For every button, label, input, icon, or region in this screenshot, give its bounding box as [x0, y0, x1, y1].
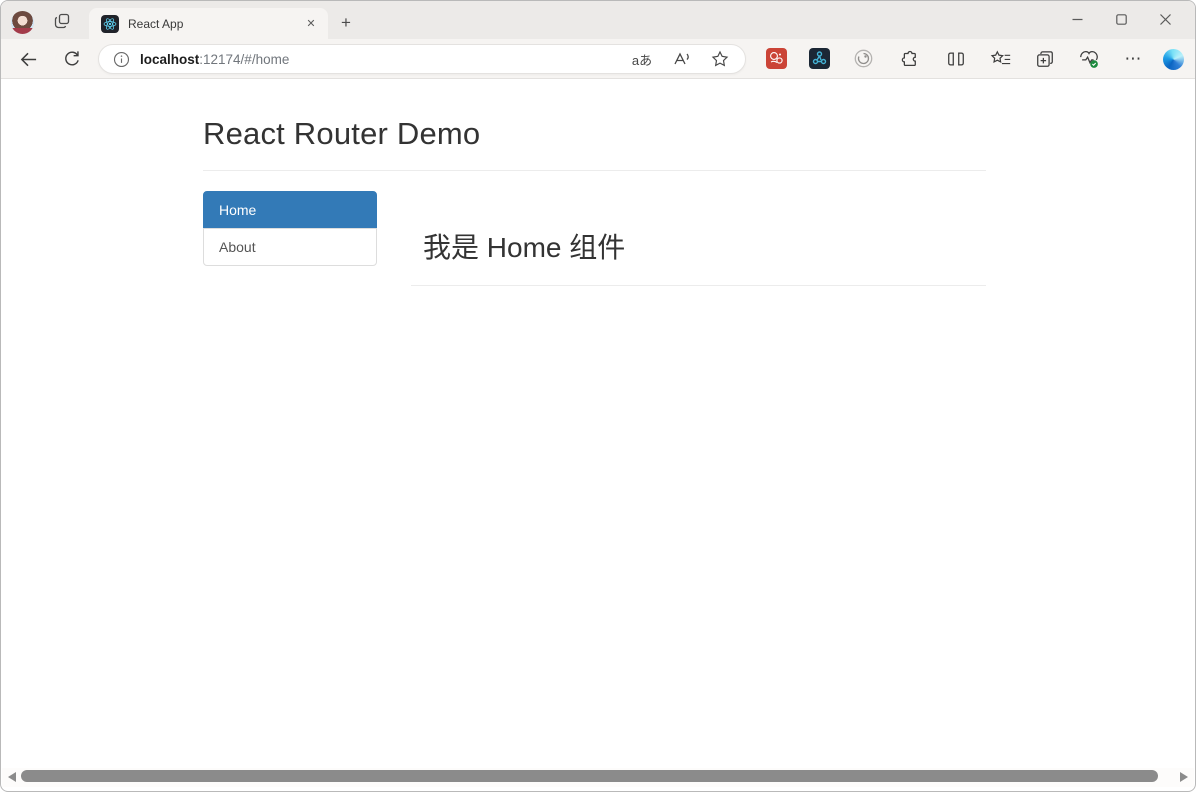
- back-icon[interactable]: [16, 47, 40, 71]
- settings-more-icon[interactable]: ⋯: [1121, 47, 1145, 71]
- url-text: localhost:12174/#/home: [140, 52, 627, 67]
- scroll-right-arrow-icon[interactable]: [1180, 772, 1188, 782]
- favorite-star-icon[interactable]: [705, 47, 735, 71]
- translate-icon[interactable]: aあ: [627, 47, 657, 71]
- component-text: 我是 Home 组件: [423, 226, 625, 266]
- horizontal-rule-content: [411, 285, 986, 286]
- page-content: React Router Demo Home About 我是 Home 组件: [2, 80, 1194, 767]
- extension-gray-icon[interactable]: [853, 48, 874, 69]
- new-tab-button[interactable]: +: [335, 12, 357, 34]
- close-window-button[interactable]: [1143, 5, 1187, 33]
- tab-actions-icon[interactable]: [53, 12, 71, 30]
- scroll-left-arrow-icon[interactable]: [8, 772, 16, 782]
- browser-toolbar: localhost:12174/#/home aあ: [1, 39, 1195, 79]
- router-nav-list: Home About: [203, 191, 377, 266]
- address-bar[interactable]: localhost:12174/#/home aあ: [98, 44, 746, 74]
- react-favicon-icon: [101, 15, 119, 33]
- browser-tab[interactable]: React App ✕: [89, 8, 328, 39]
- site-info-icon[interactable]: [113, 51, 130, 68]
- refresh-icon[interactable]: [60, 47, 84, 71]
- browser-essentials-icon[interactable]: [1077, 47, 1101, 71]
- url-path: :12174/#/home: [199, 52, 289, 67]
- window-controls: [1055, 5, 1187, 33]
- tab-strip: React App ✕ +: [1, 1, 1195, 39]
- address-bar-tools: aあ: [627, 47, 735, 71]
- horizontal-scrollbar[interactable]: [2, 768, 1194, 787]
- maximize-button[interactable]: [1099, 5, 1143, 33]
- browser-window: React App ✕ +: [0, 0, 1196, 792]
- scrollbar-thumb[interactable]: [21, 770, 1158, 782]
- split-screen-icon[interactable]: [944, 47, 968, 71]
- extensions-puzzle-icon[interactable]: [896, 47, 920, 71]
- profile-avatar[interactable]: [11, 11, 34, 34]
- minimize-button[interactable]: [1055, 5, 1099, 33]
- favorites-list-icon[interactable]: [989, 47, 1013, 71]
- nav-link-about[interactable]: About: [203, 228, 377, 266]
- url-host: localhost: [140, 52, 199, 67]
- tab-title: React App: [128, 17, 302, 31]
- extension-red-icon[interactable]: [766, 48, 787, 69]
- horizontal-rule-top: [203, 170, 986, 171]
- nav-link-home[interactable]: Home: [203, 191, 377, 229]
- collections-icon[interactable]: [1033, 47, 1057, 71]
- copilot-icon[interactable]: [1161, 47, 1185, 71]
- tab-close-icon[interactable]: ✕: [302, 15, 320, 33]
- extension-navy-icon[interactable]: [809, 48, 830, 69]
- page-title: React Router Demo: [203, 116, 480, 152]
- read-aloud-icon[interactable]: [667, 47, 697, 71]
